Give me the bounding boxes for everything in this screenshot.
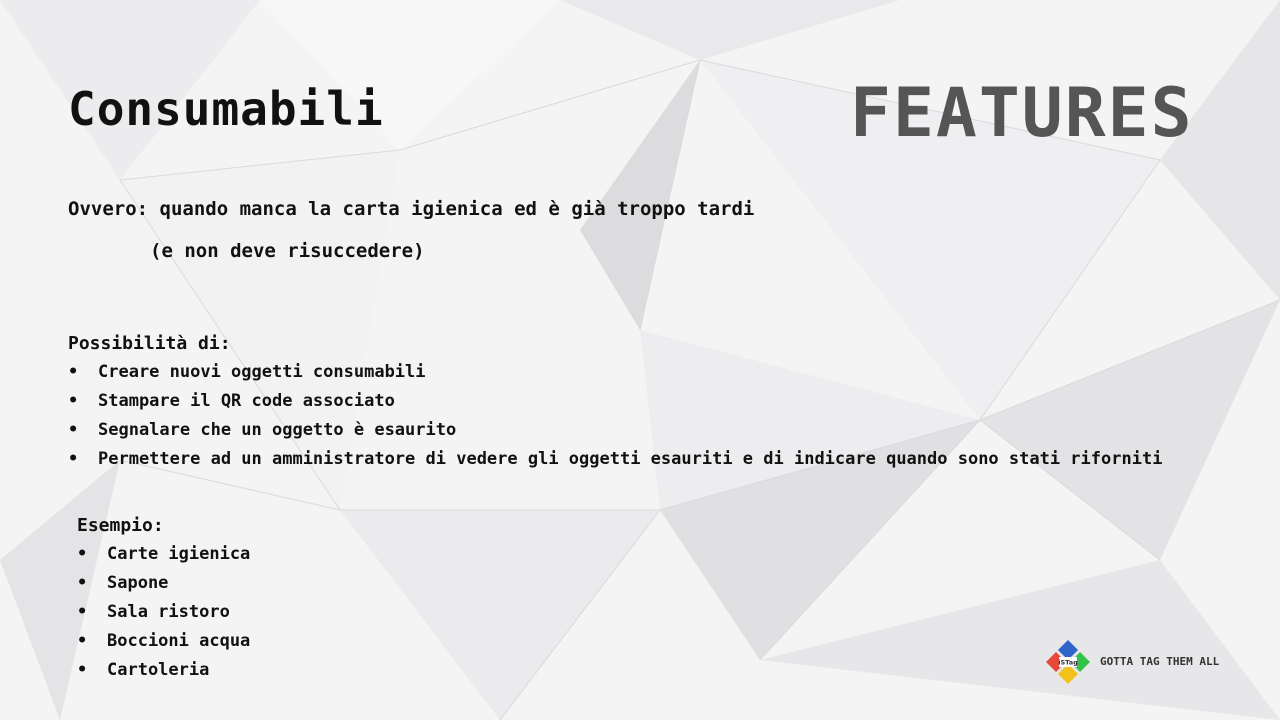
bullet: • (68, 391, 79, 411)
list-item-text: Segnalare che un oggetto è esaurito (98, 420, 457, 440)
list-item-text: Creare nuovi oggetti consumabili (98, 362, 426, 382)
bullet: • (68, 420, 79, 440)
list-item: • Stampare il QR code associato (68, 390, 1162, 419)
list-item-text: Boccioni acqua (107, 631, 251, 651)
list-item-text: Permettere ad un amministratore di veder… (98, 449, 1163, 469)
examples-list: • Carte igienica • Sapone • Sala ristoro • B… (77, 543, 250, 688)
bullet: • (77, 573, 88, 593)
list-item-text: Carte igienica (107, 544, 251, 564)
list-item-text: Sapone (107, 573, 169, 593)
list-item: • Permettere ad un amministratore di vede… (68, 448, 1162, 477)
possibilities-list: • Creare nuovi oggetti consumabili • Stamp… (68, 361, 1162, 477)
examples-label: Esempio: (77, 515, 164, 536)
bullet: • (77, 660, 88, 680)
list-item: • Sala ristoro (77, 601, 250, 630)
list-item: • Segnalare che un oggetto è esaurito (68, 419, 1162, 448)
intro-note: (e non deve risuccedere) (150, 240, 425, 262)
list-item-text: Cartoleria (107, 660, 210, 680)
logo-text: iSTag (1058, 659, 1078, 667)
list-item: • Sapone (77, 572, 250, 601)
list-item-text: Stampare il QR code associato (98, 391, 395, 411)
list-item-text: Sala ristoro (107, 602, 230, 622)
possibilities-label: Possibilità di: (68, 333, 231, 354)
list-item: • Cartoleria (77, 659, 250, 688)
bullet: • (68, 449, 79, 469)
intro-text: Ovvero: quando manca la carta igienica e… (68, 198, 755, 220)
bullet: • (77, 544, 88, 564)
tagline: GOTTA TAG THEM ALL (1100, 655, 1220, 668)
list-item: • Boccioni acqua (77, 630, 250, 659)
istag-logo-icon: iSTag (1046, 640, 1090, 684)
list-item: • Carte igienica (77, 543, 250, 572)
bullet: • (77, 631, 88, 651)
list-item: • Creare nuovi oggetti consumabili (68, 361, 1162, 390)
bullet: • (77, 602, 88, 622)
slide-title: Consumabili (68, 82, 384, 136)
section-label: FEATURES (850, 74, 1194, 153)
bullet: • (68, 362, 79, 382)
